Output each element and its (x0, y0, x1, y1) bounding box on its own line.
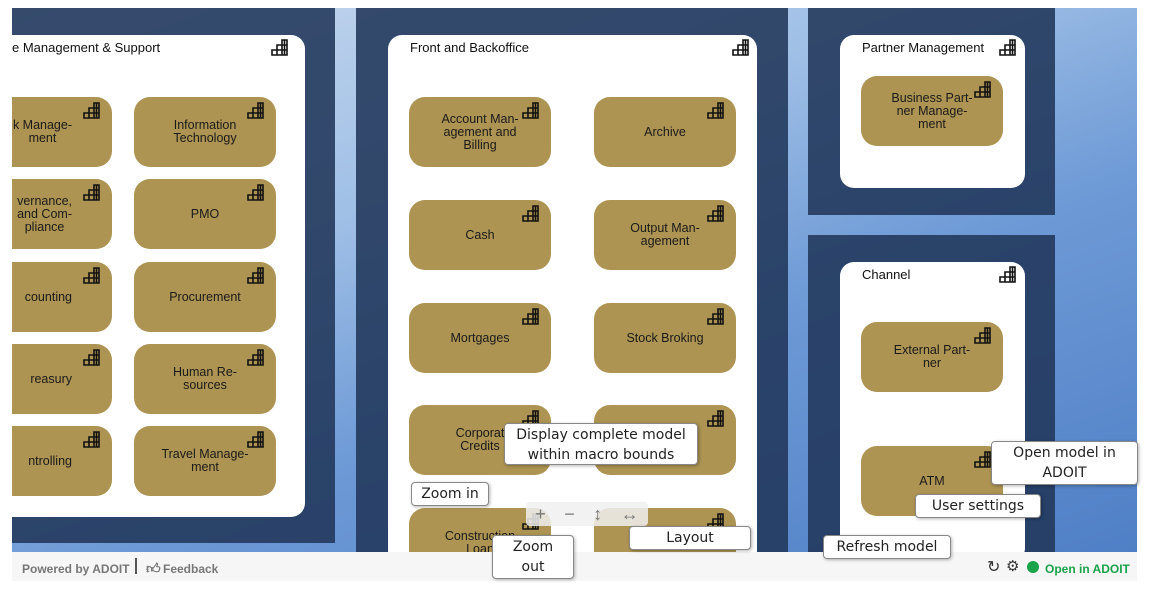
tile-label: Travel Manage- ment (161, 447, 249, 474)
capability-stairs-icon (247, 431, 264, 448)
tile-label: Information Technology (173, 118, 237, 145)
zoom-controls: + − ↕ ↔ (526, 502, 648, 526)
tile-label: PMO (190, 206, 220, 221)
tile-label: counting (24, 289, 72, 304)
group-title: e Management & Support (12, 40, 161, 55)
capability-stairs-icon (974, 451, 991, 468)
group-management-support[interactable]: e Management & Support k Manage- ment Inf… (12, 35, 305, 517)
group-title: Partner Management (862, 40, 985, 55)
capability-stairs-icon (707, 308, 724, 325)
capability-stairs-icon (247, 349, 264, 366)
gear-icon[interactable]: ⚙ (1006, 557, 1019, 575)
feedback-link[interactable]: Feedback (163, 562, 218, 576)
capability-tile[interactable]: counting (12, 262, 112, 332)
capability-tile[interactable]: External Part- ner (861, 322, 1003, 392)
tile-label: Mortgages (450, 330, 510, 345)
capability-tile[interactable]: Business Part- ner Manage- ment (861, 76, 1003, 146)
capability-tile[interactable]: Cash (409, 200, 551, 270)
tooltip-open-model: Open model in ADOIT (991, 441, 1138, 485)
tooltip-zoom-in: Zoom in (411, 482, 489, 506)
capability-tile[interactable]: Procurement (134, 262, 276, 332)
capability-tile[interactable]: Stock Broking (594, 303, 736, 373)
divider (135, 558, 137, 574)
capability-stairs-icon (974, 81, 991, 98)
capability-stairs-icon (522, 102, 539, 119)
capability-tile[interactable]: ntrolling (12, 426, 112, 496)
capability-stairs-icon (999, 39, 1016, 56)
capability-stairs-icon (247, 102, 264, 119)
capability-stairs-icon (247, 267, 264, 284)
capability-tile[interactable]: Account Man- agement and Billing (409, 97, 551, 167)
group-title: Front and Backoffice (410, 40, 529, 55)
footer: Powered by ADOIT 👍︎ Feedback ↻ ⚙ Open in… (12, 552, 1137, 581)
thumbs-up-icon: 👍︎ (146, 560, 161, 576)
tooltip-user-settings: User settings (915, 494, 1041, 518)
group-front-backoffice[interactable]: Front and Backoffice Account Man- agemen… (388, 35, 757, 552)
tile-label: vernance, and Com- pliance (17, 193, 72, 234)
capability-stairs-icon (732, 39, 749, 56)
tooltip-refresh: Refresh model (823, 535, 951, 559)
capability-stairs-icon (707, 102, 724, 119)
capability-stairs-icon (247, 184, 264, 201)
group-partner-management[interactable]: Partner Management Business Part- ner Ma… (840, 35, 1025, 188)
tile-label: Business Part- ner Manage- ment (891, 90, 973, 131)
capability-stairs-icon (83, 102, 100, 119)
tile-label: External Part- ner (893, 343, 971, 370)
capability-stairs-icon (999, 266, 1016, 283)
capability-tile[interactable]: vernance, and Com- pliance (12, 179, 112, 249)
tile-label: Corporat Credits (455, 426, 505, 453)
capability-stairs-icon (522, 205, 539, 222)
tile-label: Procurement (169, 289, 241, 304)
capability-tile[interactable]: Travel Manage- ment (134, 426, 276, 496)
capability-tile[interactable]: Mortgages (409, 303, 551, 373)
tile-label: reasury (30, 371, 72, 386)
tooltip-layout: Layout (629, 526, 751, 550)
tile-label: Account Man- agement and Billing (441, 111, 519, 152)
capability-stairs-icon (522, 308, 539, 325)
tile-label: ATM (919, 473, 945, 488)
capability-tile[interactable]: reasury (12, 344, 112, 414)
capability-stairs-icon (83, 184, 100, 201)
capability-stairs-icon (707, 205, 724, 222)
capability-stairs-icon (83, 267, 100, 284)
capability-tile[interactable]: Archive (594, 97, 736, 167)
tile-label: Output Man- agement (630, 221, 700, 248)
tile-label: Cash (465, 227, 495, 242)
capability-tile[interactable]: k Manage- ment (12, 97, 112, 167)
zoom-in-button[interactable]: + (535, 504, 546, 525)
tile-label: k Manage- ment (12, 118, 72, 145)
capability-tile[interactable]: Information Technology (134, 97, 276, 167)
fit-vertical-button[interactable]: ↕ (593, 504, 602, 525)
powered-by-link[interactable]: Powered by ADOIT (22, 562, 130, 576)
capability-tile[interactable]: Human Re- sources (134, 344, 276, 414)
refresh-icon[interactable]: ↻ (987, 557, 1000, 577)
capability-stairs-icon (271, 39, 288, 56)
model-canvas[interactable]: e Management & Support k Manage- ment Inf… (12, 8, 1137, 552)
tile-label: Stock Broking (626, 330, 704, 345)
capability-stairs-icon (974, 327, 991, 344)
capability-stairs-icon (707, 410, 724, 427)
open-in-adoit-link[interactable]: Open in ADOIT (1045, 562, 1130, 576)
zoom-out-button[interactable]: − (564, 504, 575, 525)
tooltip-display-complete: Display complete model within macro boun… (504, 423, 698, 465)
capability-tile[interactable]: PMO (134, 179, 276, 249)
tooltip-zoom-out: Zoom out (492, 535, 574, 579)
adoit-logo-icon (1027, 561, 1039, 573)
tile-label: Human Re- sources (173, 365, 237, 392)
tile-label: ntrolling (28, 453, 72, 468)
capability-stairs-icon (83, 431, 100, 448)
layout-button[interactable]: ↔ (621, 504, 639, 525)
capability-stairs-icon (83, 349, 100, 366)
tile-label: Archive (644, 124, 686, 139)
group-title: Channel (862, 267, 911, 282)
capability-tile[interactable]: Output Man- agement (594, 200, 736, 270)
